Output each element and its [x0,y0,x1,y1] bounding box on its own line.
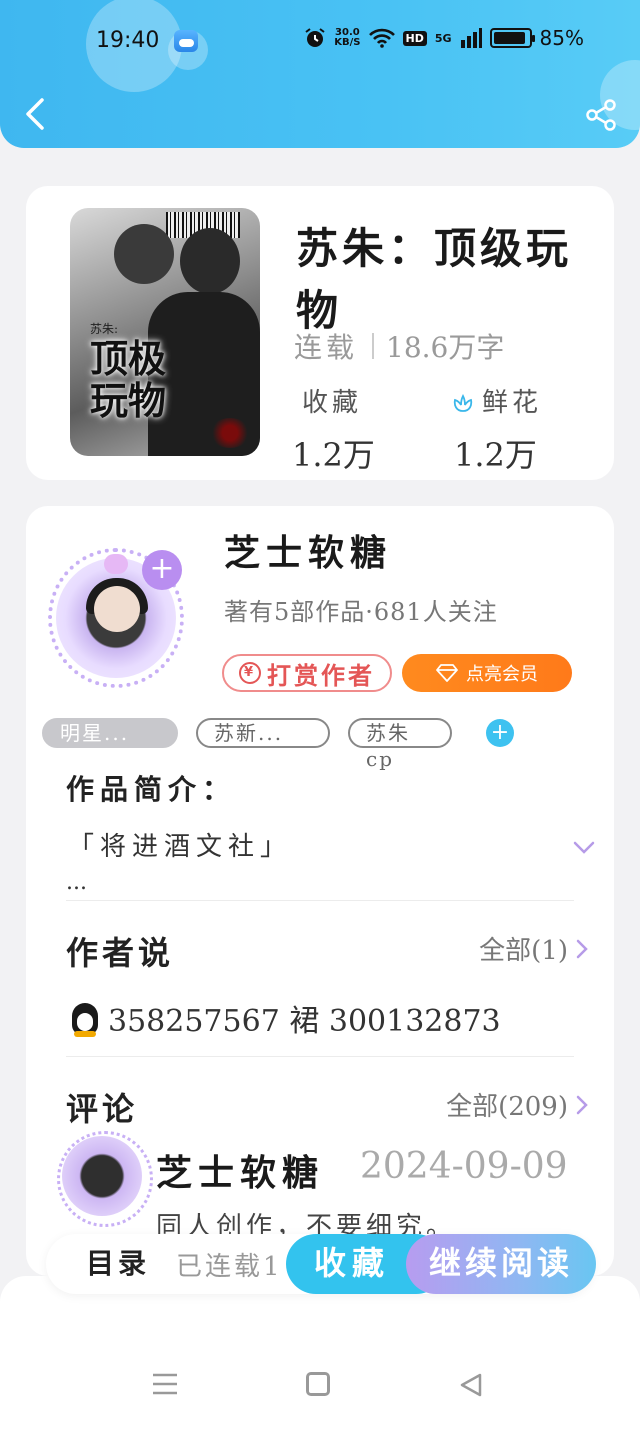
net-speed: 30.0 KB/S [334,28,360,48]
reward-label: 打赏作者 [267,660,375,690]
status-icons: 30.0 KB/S HD 5G 85% [304,26,584,50]
wifi-icon [368,28,395,48]
cover-subtitle: 苏朱: [90,322,119,336]
flower-icon [453,394,473,412]
vip-button[interactable]: 点亮会员 [402,654,572,692]
comments-count: 全部(209) [446,1092,568,1122]
comments-more[interactable]: 全部(209) [446,1086,588,1123]
author-says-text: 358257567 裙 300132873 [108,1004,501,1039]
intro-ellipsis: ... [66,870,87,895]
header: 19:40 30.0 KB/S HD 5G 85% [0,0,640,148]
avatar-face [94,586,140,632]
weather-icon [174,30,198,52]
toc-status: 已连载1 [176,1252,283,1282]
book-info-card: 苏朱: 顶极玩物 苏朱：顶级玩物 连载 18.6万字 收藏 1.2万 鲜花 1.… [26,186,614,480]
vip-label: 点亮会员 [466,664,538,685]
tag-chip[interactable]: 明星... [42,718,178,748]
favorites-label: 收藏 [302,388,363,418]
comment-user[interactable]: 芝士软糖 [156,1144,324,1196]
flowers-value: 1.2万 [454,436,537,474]
intro-text: 「将进酒文社」 [68,832,293,862]
status-bar: 19:40 30.0 KB/S HD 5G 85% [0,22,640,62]
book-cover[interactable]: 苏朱: 顶极玩物 [70,208,260,456]
chevron-right-icon [576,939,588,958]
divider [66,900,574,901]
yen-icon: ¥ [239,662,261,684]
cover-title: 顶极玩物 [90,336,167,423]
network-label: 5G [434,31,452,45]
author-name[interactable]: 芝士软糖 [224,524,392,576]
flowers-label: 鲜花 [482,388,543,418]
follow-plus-button[interactable]: + [142,550,182,590]
heart-icon [104,554,128,574]
status-divider [372,333,375,359]
book-status-row: 连载 18.6万字 [294,326,504,366]
hd-badge: HD [402,30,427,46]
chevron-right-icon [576,1095,588,1114]
tag-list: 明星... 苏新... 苏朱cp + [42,718,514,771]
cover-figure [180,228,240,294]
battery-icon [489,28,535,48]
back-triangle-icon[interactable] [458,1372,484,1398]
status-time: 19:40 [96,28,160,53]
tag-chip[interactable]: 苏新... [196,718,330,748]
signal-icon [460,28,482,48]
cover-figure [114,224,174,284]
book-title: 苏朱：顶级玩物 [296,224,573,335]
continue-reading-button[interactable]: 继续阅读 [406,1234,596,1294]
author-says-more[interactable]: 全部(1) [479,930,588,967]
author-meta: 著有5部作品·681人关注 [224,598,498,626]
chevron-down-icon[interactable] [572,840,596,856]
toc-label[interactable]: 目录 [86,1242,150,1282]
word-count: 18.6万字 [386,331,505,364]
tag-chip[interactable]: 苏朱cp [348,718,452,771]
share-icon[interactable] [584,98,618,132]
comment-avatar[interactable] [57,1131,153,1227]
alarm-icon [305,28,325,47]
serial-status: 连载 [294,331,359,364]
book-detail-card: + 芝士软糖 著有5部作品·681人关注 ¥ 打赏作者 点亮会员 明星... 苏… [26,506,614,1276]
intro-title: 作品简介： [66,773,237,806]
cover-splash [210,418,250,448]
penguin-icon [70,999,100,1037]
divider [66,1056,574,1057]
battery-level: 85% [539,26,584,50]
home-icon[interactable] [306,1372,330,1396]
author-says-content: 358257567 裙 300132873 [70,996,501,1040]
menu-icon[interactable] [152,1372,178,1396]
diamond-icon [436,664,458,682]
add-tag-button[interactable]: + [486,719,514,747]
favorites-value: 1.2万 [292,436,375,474]
comments-title: 评论 [66,1090,139,1128]
back-arrow-icon[interactable] [20,96,50,132]
author-says-count: 全部(1) [479,936,568,966]
author-says-title: 作者说 [66,934,175,972]
net-speed-unit: KB/S [334,37,361,48]
bottom-sheet [0,1276,640,1429]
reward-author-button[interactable]: ¥ 打赏作者 [222,654,392,692]
flowers-stat[interactable]: 鲜花 [452,382,542,419]
comment-date: 2024-09-09 [360,1146,568,1187]
